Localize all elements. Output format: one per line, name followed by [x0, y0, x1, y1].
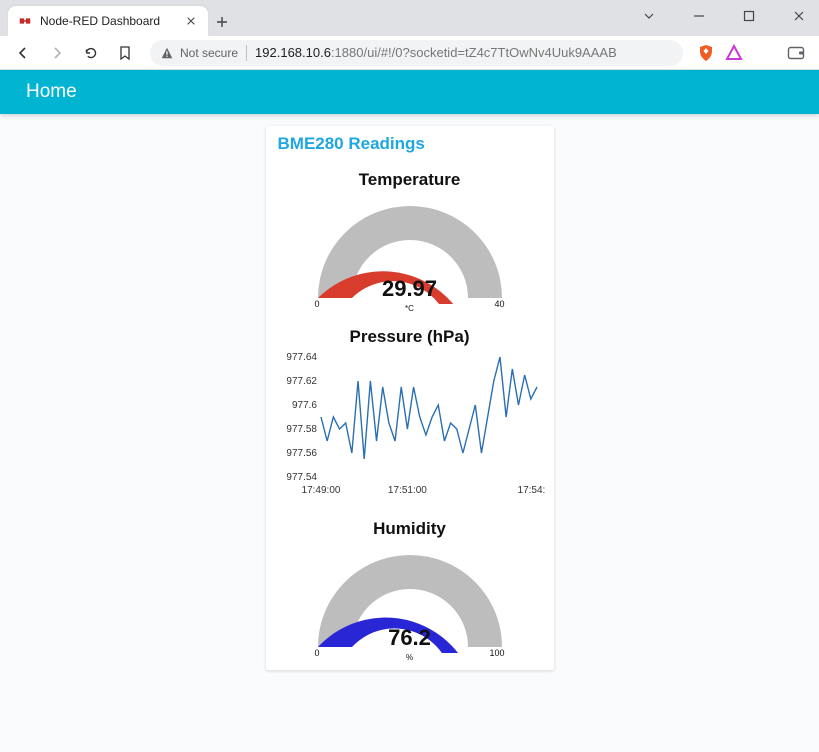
temperature-title: Temperature — [266, 162, 554, 194]
wallet-icon[interactable] — [781, 39, 811, 67]
svg-text:17:54:00: 17:54:00 — [517, 485, 544, 496]
brave-triangle-icon[interactable] — [725, 44, 743, 62]
brave-shield-icon[interactable] — [697, 44, 715, 62]
page-viewport: Home BME280 Readings Temperature 29.97 *… — [0, 70, 819, 752]
url-text: 192.168.10.6:1880/ui/#!/0?socketid=tZ4c7… — [255, 45, 617, 60]
reload-button[interactable] — [76, 39, 106, 67]
svg-text:17:49:00: 17:49:00 — [301, 485, 340, 496]
url-path: /ui/#!/0?socketid=tZ4c7TtOwNv4Uuk9AAAB — [363, 45, 616, 60]
temperature-value: 29.97 — [382, 276, 437, 302]
browser-titlebar: Node-RED Dashboard — [0, 0, 819, 36]
browser-tab[interactable]: Node-RED Dashboard — [8, 6, 208, 36]
humidity-widget: Humidity 76.2 % 0 100 — [266, 507, 554, 664]
humidity-gauge: 76.2 % 0 100 — [266, 543, 554, 658]
card-title: BME280 Readings — [266, 126, 554, 158]
minimize-icon[interactable] — [685, 4, 713, 28]
extension-icons — [693, 44, 747, 62]
page-title: Home — [26, 81, 77, 103]
close-window-icon[interactable] — [785, 4, 813, 28]
url-bar[interactable]: Not secure 192.168.10.6:1880/ui/#!/0?soc… — [150, 40, 683, 66]
svg-text:977.64: 977.64 — [286, 352, 317, 363]
maximize-icon[interactable] — [735, 4, 763, 28]
bookmark-button[interactable] — [110, 39, 140, 67]
security-label: Not secure — [180, 46, 238, 60]
svg-text:977.56: 977.56 — [286, 448, 317, 459]
humidity-value: 76.2 — [388, 625, 431, 651]
pressure-chart: 977.54 977.56 977.58 977.6 977.62 977.64 17:49… — [266, 351, 554, 501]
humidity-title: Humidity — [266, 511, 554, 543]
url-separator — [246, 45, 247, 61]
url-host: 192.168.10.6 — [255, 45, 331, 60]
temperature-unit: *C — [405, 304, 414, 313]
pressure-title: Pressure (hPa) — [266, 319, 554, 351]
svg-text:977.54: 977.54 — [286, 472, 317, 483]
humidity-unit: % — [406, 653, 413, 662]
node-red-favicon — [18, 14, 32, 28]
url-port: :1880 — [331, 45, 364, 60]
window-controls — [635, 4, 813, 28]
readings-card: BME280 Readings Temperature 29.97 *C 0 4… — [266, 126, 554, 670]
browser-toolbar: Not secure 192.168.10.6:1880/ui/#!/0?soc… — [0, 36, 819, 70]
temperature-widget: Temperature 29.97 *C 0 40 — [266, 158, 554, 315]
new-tab-button[interactable] — [208, 8, 236, 36]
temperature-gauge: 29.97 *C 0 40 — [266, 194, 554, 309]
svg-text:977.58: 977.58 — [286, 424, 317, 435]
pressure-widget: Pressure (hPa) 977.54977.56977.58977.697… — [266, 315, 554, 507]
svg-text:977.62: 977.62 — [286, 376, 317, 387]
dashboard-header: Home — [0, 70, 819, 114]
back-button[interactable] — [8, 39, 38, 67]
forward-button[interactable] — [42, 39, 72, 67]
tab-title: Node-RED Dashboard — [40, 14, 176, 28]
svg-text:17:51:00: 17:51:00 — [387, 485, 426, 496]
svg-text:977.6: 977.6 — [291, 400, 316, 411]
not-secure-indicator[interactable]: Not secure — [160, 46, 238, 60]
chevron-down-icon[interactable] — [635, 4, 663, 28]
close-tab-icon[interactable] — [184, 14, 198, 28]
